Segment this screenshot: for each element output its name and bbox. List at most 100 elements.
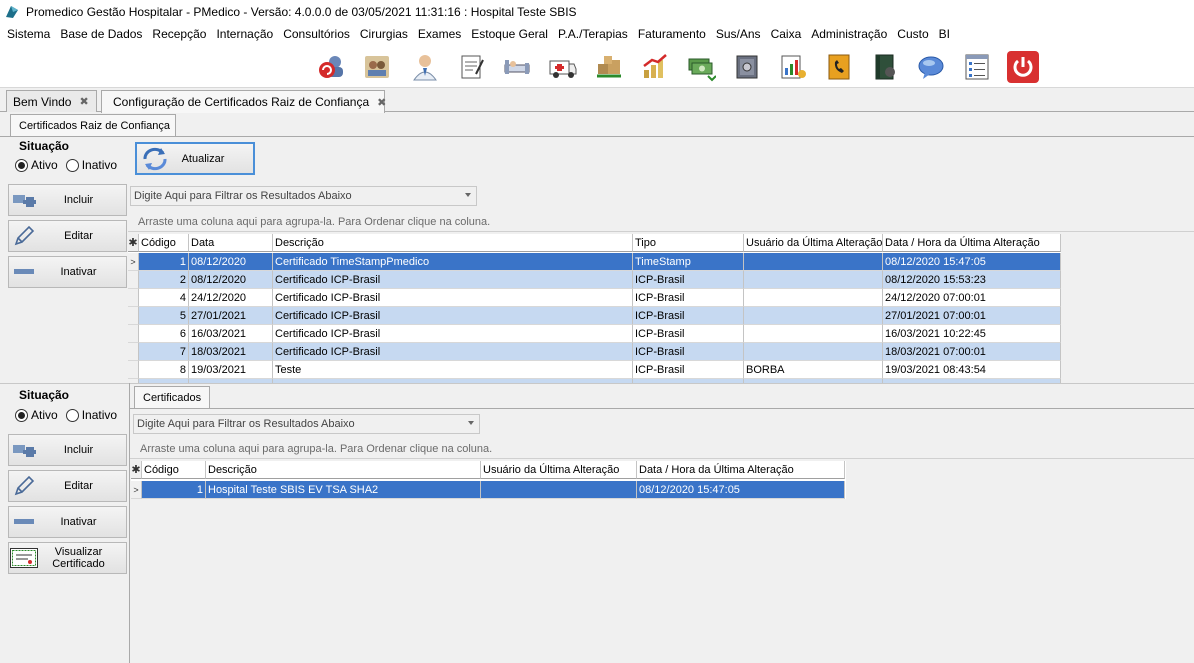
atualizar-button[interactable]: Atualizar [135, 142, 255, 175]
table-row[interactable]: 8 19/03/2021 Teste ICP-Brasil BORBA 19/0… [128, 361, 1061, 379]
money-icon[interactable] [685, 51, 717, 83]
safe-icon[interactable] [731, 51, 763, 83]
top-filter-combo[interactable]: Digite Aqui para Filtrar os Resultados A… [130, 186, 477, 206]
grid-settings-icon[interactable]: ✱ [131, 461, 142, 479]
cell-descricao: Certificado TimeStampPmedico [273, 253, 633, 271]
menu-custo[interactable]: Custo [892, 27, 933, 41]
finance-chart-icon[interactable] [639, 51, 671, 83]
menu-cirurgias[interactable]: Cirurgias [355, 27, 413, 41]
menu-faturamento[interactable]: Faturamento [633, 27, 711, 41]
menu-pa-terapias[interactable]: P.A./Terapias [553, 27, 633, 41]
incluir-label: Incluir [63, 444, 94, 456]
cell-data: 27/01/2021 [189, 307, 273, 325]
col-tipo[interactable]: Tipo [633, 234, 744, 252]
book-icon[interactable] [869, 51, 901, 83]
cell-data: 24/12/2020 [189, 289, 273, 307]
row-indicator-icon: > [131, 481, 142, 499]
table-row[interactable]: > 1 Hospital Teste SBIS EV TSA SHA2 08/1… [131, 481, 845, 499]
menu-base-de-dados[interactable]: Base de Dados [55, 27, 147, 41]
radio-inativo[interactable] [65, 408, 79, 422]
tab-certificados-raiz[interactable]: Certificados Raiz de Confiança [10, 114, 176, 136]
ambulance-icon[interactable] [547, 51, 579, 83]
menu-administracao[interactable]: Administração [806, 27, 892, 41]
col-codigo[interactable]: Código [142, 461, 206, 479]
cell-data: 19/03/2021 [189, 361, 273, 379]
menu-caixa[interactable]: Caixa [766, 27, 807, 41]
incluir-button[interactable]: Incluir [8, 434, 127, 466]
menu-recepcao[interactable]: Recepção [147, 27, 211, 41]
cell-data: 08/12/2020 [189, 271, 273, 289]
table-row[interactable]: 2 08/12/2020 Certificado ICP-Brasil ICP-… [128, 271, 1061, 289]
menu-sistema[interactable]: Sistema [2, 27, 55, 41]
radio-inativo[interactable] [65, 158, 79, 172]
phone-book-icon[interactable] [823, 51, 855, 83]
table-row[interactable]: > 1 08/12/2020 Certificado TimeStampPmed… [128, 253, 1061, 271]
radio-ativo-label: Ativo [31, 408, 58, 422]
cell-usuario [744, 271, 883, 289]
table-row[interactable]: 4 24/12/2020 Certificado ICP-Brasil ICP-… [128, 289, 1061, 307]
minus-icon [9, 257, 39, 287]
col-descricao[interactable]: Descrição [206, 461, 481, 479]
cell-usuario [744, 325, 883, 343]
col-usuario[interactable]: Usuário da Última Alteração [744, 234, 883, 252]
tab-configuracao-certificados[interactable]: Configuração de Certificados Raiz de Con… [101, 90, 386, 113]
radio-inativo-label: Inativo [81, 408, 118, 422]
col-data-hora[interactable]: Data / Hora da Última Alteração [637, 461, 845, 479]
col-usuario[interactable]: Usuário da Última Alteração [481, 461, 637, 479]
bottom-panel-divider [130, 408, 1194, 409]
menu-exames[interactable]: Exames [413, 27, 466, 41]
bottom-filter-combo[interactable]: Digite Aqui para Filtrar os Resultados A… [133, 414, 480, 434]
menu-bi[interactable]: BI [934, 27, 955, 41]
menu-consultorios[interactable]: Consultórios [278, 27, 355, 41]
tab-label: Configuração de Certificados Raiz de Con… [113, 95, 370, 109]
checklist-icon[interactable] [961, 51, 993, 83]
visualizar-certificado-button[interactable]: Visualizar Certificado [8, 542, 127, 574]
splitter[interactable] [0, 383, 1194, 384]
editar-button[interactable]: Editar [8, 220, 127, 252]
menu-internacao[interactable]: Internação [211, 27, 278, 41]
col-descricao[interactable]: Descrição [273, 234, 633, 252]
tab-bem-vindo[interactable]: Bem Vindo ✖ [6, 90, 97, 112]
doctor-icon[interactable] [409, 51, 441, 83]
prescription-icon[interactable] [455, 51, 487, 83]
cell-descricao: Certificado ICP-Brasil [273, 343, 633, 361]
col-data-hora[interactable]: Data / Hora da Última Alteração [883, 234, 1061, 252]
radio-ativo[interactable] [15, 408, 28, 422]
cell-descricao: Certificado ICP-Brasil [273, 307, 633, 325]
table-row[interactable]: 5 27/01/2021 Certificado ICP-Brasil ICP-… [128, 307, 1061, 325]
stock-boxes-icon[interactable] [593, 51, 625, 83]
close-icon[interactable]: ✖ [377, 96, 386, 109]
tab-label: Bem Vindo [13, 94, 72, 109]
tab-certificados[interactable]: Certificados [134, 386, 210, 408]
reports-icon[interactable] [777, 51, 809, 83]
situacao-radio-group: Ativo Inativo [15, 158, 125, 172]
editar-button[interactable]: Editar [8, 470, 127, 502]
radio-ativo[interactable] [15, 158, 28, 172]
close-icon[interactable]: ✖ [79, 95, 88, 108]
tab-label: Certificados Raiz de Confiança [19, 119, 171, 132]
cell-tipo: ICP-Brasil [633, 325, 744, 343]
inativar-button[interactable]: Inativar [8, 256, 127, 288]
refresh-users-icon[interactable] [316, 51, 348, 83]
inativar-button[interactable]: Inativar [8, 506, 127, 538]
menu-estoque-geral[interactable]: Estoque Geral [466, 27, 553, 41]
col-data[interactable]: Data [189, 234, 273, 252]
group-hint-text: Arraste uma coluna aqui para agrupa-la. … [138, 216, 491, 228]
table-row[interactable]: 6 16/03/2021 Certificado ICP-Brasil ICP-… [128, 325, 1061, 343]
chat-bubble-icon[interactable] [915, 51, 947, 83]
incluir-button[interactable]: Incluir [8, 184, 127, 216]
hospital-bed-icon[interactable] [501, 51, 533, 83]
editar-label: Editar [64, 230, 93, 242]
cell-data-hora: 18/03/2021 07:00:01 [883, 343, 1061, 361]
table-row[interactable]: 7 18/03/2021 Certificado ICP-Brasil ICP-… [128, 343, 1061, 361]
cell-tipo: ICP-Brasil [633, 343, 744, 361]
col-codigo[interactable]: Código [139, 234, 189, 252]
filter-placeholder: Digite Aqui para Filtrar os Resultados A… [137, 418, 355, 430]
grid-settings-icon[interactable]: ✱ [128, 234, 139, 252]
users-icon[interactable] [361, 51, 393, 83]
cell-tipo: ICP-Brasil [633, 361, 744, 379]
atualizar-label: Atualizar [181, 152, 225, 165]
cell-codigo: 5 [139, 307, 189, 325]
power-icon[interactable] [1007, 51, 1039, 83]
menu-sus-ans[interactable]: Sus/Ans [711, 27, 766, 41]
